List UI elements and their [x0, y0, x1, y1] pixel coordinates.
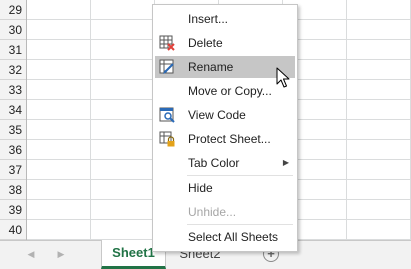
menu-item-rename[interactable]: Rename	[155, 56, 295, 78]
menu-item-view-code[interactable]: View Code	[155, 104, 295, 126]
menu-item-label: Select All Sheets	[188, 230, 279, 244]
rename-sheet-icon	[159, 59, 175, 75]
menu-item-select-all-sheets[interactable]: Select All Sheets	[155, 226, 295, 248]
menu-item-protect-sheet[interactable]: Protect Sheet...	[155, 128, 295, 150]
row-header-37[interactable]: 37	[0, 160, 26, 180]
menu-item-insert[interactable]: Insert...	[155, 8, 295, 30]
row-header-30[interactable]: 30	[0, 20, 26, 40]
scroll-tabs-right-button[interactable]: ▶	[54, 246, 68, 262]
row-header-34[interactable]: 34	[0, 100, 26, 120]
row-header-36[interactable]: 36	[0, 140, 26, 160]
row-header-40[interactable]: 40	[0, 220, 26, 240]
scroll-tabs-left-button[interactable]: ◀	[24, 246, 38, 262]
row-header-32[interactable]: 32	[0, 60, 26, 80]
menu-item-move-or-copy[interactable]: Move or Copy...	[155, 80, 295, 102]
menu-item-label: Rename	[188, 60, 234, 74]
menu-separator	[187, 175, 293, 176]
menu-item-label: Tab Color	[188, 156, 240, 170]
menu-item-label: Insert...	[188, 12, 229, 26]
menu-item-tab-color[interactable]: Tab Color ▶	[155, 152, 295, 174]
row-header-29[interactable]: 29	[0, 0, 26, 20]
menu-item-label: Hide	[188, 181, 213, 195]
row-headers: 29 30 31 32 33 34 35 36 37 38 39 40	[0, 0, 27, 240]
row-header-33[interactable]: 33	[0, 80, 26, 100]
menu-item-label: Delete	[188, 36, 223, 50]
row-header-39[interactable]: 39	[0, 200, 26, 220]
menu-item-delete[interactable]: Delete	[155, 32, 295, 54]
mouse-pointer-icon	[276, 67, 290, 88]
submenu-arrow-icon: ▶	[282, 158, 289, 167]
row-header-31[interactable]: 31	[0, 40, 26, 60]
menu-item-label: View Code	[188, 108, 246, 122]
delete-sheet-icon	[159, 35, 175, 51]
menu-item-hide[interactable]: Hide	[155, 177, 295, 199]
sheet-tab-context-menu: Insert... Delete Rename Move or Copy... …	[152, 4, 298, 252]
row-header-38[interactable]: 38	[0, 180, 26, 200]
view-code-icon	[159, 107, 175, 123]
protect-sheet-icon	[159, 131, 175, 147]
row-header-35[interactable]: 35	[0, 120, 26, 140]
menu-separator	[187, 224, 293, 225]
menu-item-label: Protect Sheet...	[188, 132, 271, 146]
menu-item-label: Move or Copy...	[188, 84, 272, 98]
menu-item-unhide: Unhide...	[155, 201, 295, 223]
menu-item-label: Unhide...	[188, 205, 237, 219]
